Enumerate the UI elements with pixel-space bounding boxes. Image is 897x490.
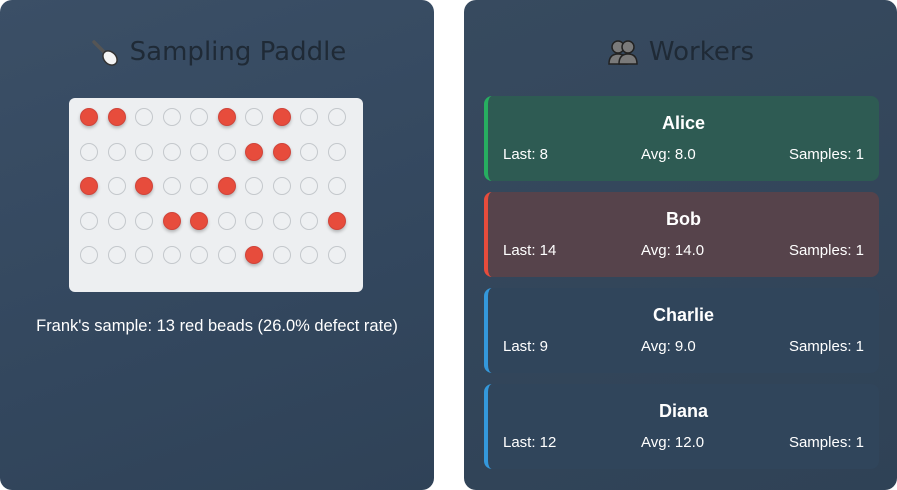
sampling-panel-header: Sampling Paddle (0, 36, 434, 68)
sampling-paddle (69, 98, 363, 292)
worker-last-sample: Last: 9 (503, 338, 549, 355)
white-bead (80, 211, 98, 230)
white-bead (327, 108, 346, 126)
worker-last-sample: Last: 12 (503, 434, 557, 451)
white-bead (162, 177, 181, 195)
red-bead (162, 211, 181, 230)
white-bead (300, 177, 318, 195)
white-bead (327, 177, 346, 195)
worker-sample-count: Samples: 1 (788, 242, 864, 259)
white-bead (245, 211, 263, 230)
red-bead (107, 108, 126, 126)
white-bead (107, 211, 126, 230)
worker-average: Avg: 8.0 (641, 146, 696, 163)
red-bead (80, 177, 98, 195)
white-bead (135, 211, 153, 230)
white-bead (327, 142, 346, 161)
worker-sample-count: Samples: 1 (788, 338, 864, 355)
white-bead (217, 211, 236, 230)
white-bead (190, 177, 208, 195)
sample-result-text: Frank's sample: 13 red beads (26.0% defe… (36, 317, 398, 335)
white-bead (135, 142, 153, 161)
worker-average: Avg: 12.0 (641, 434, 705, 451)
white-bead (300, 108, 318, 126)
red-bead (190, 211, 208, 230)
worker-card-charlie[interactable]: Charlie Last: 9 Avg: 9.0 Samples: 1 (484, 288, 879, 373)
white-bead (327, 246, 346, 264)
workers-panel-title: Workers (648, 37, 755, 67)
red-bead (272, 108, 291, 126)
white-bead (272, 177, 291, 195)
red-bead (217, 177, 236, 195)
white-bead (107, 246, 126, 264)
white-bead (162, 142, 181, 161)
white-bead (190, 246, 208, 264)
white-bead (80, 246, 98, 264)
worker-average: Avg: 14.0 (641, 242, 705, 259)
worker-card-alice[interactable]: Alice Last: 8 Avg: 8.0 Samples: 1 (484, 96, 879, 181)
white-bead (300, 142, 318, 161)
white-bead (272, 246, 291, 264)
white-bead (162, 108, 181, 126)
worker-card-bob[interactable]: Bob Last: 14 Avg: 14.0 Samples: 1 (484, 192, 879, 277)
white-bead (245, 177, 263, 195)
white-bead (300, 246, 318, 264)
sampling-panel-title: Sampling Paddle (129, 37, 347, 67)
white-bead (217, 246, 236, 264)
red-bead (245, 246, 263, 264)
white-bead (272, 211, 291, 230)
worker-card-diana[interactable]: Diana Last: 12 Avg: 12.0 Samples: 1 (484, 384, 879, 469)
worker-last-sample: Last: 14 (503, 242, 557, 259)
red-bead (245, 142, 263, 161)
worker-name: Diana (658, 401, 709, 421)
red-bead (272, 142, 291, 161)
sampling-panel: Sampling Paddle Frank's sample: 13 red b… (0, 0, 434, 490)
worker-name: Alice (661, 113, 706, 133)
white-bead (162, 246, 181, 264)
worker-name: Charlie (652, 305, 715, 325)
worker-sample-count: Samples: 1 (788, 434, 864, 451)
white-bead (245, 108, 263, 126)
red-bead (327, 211, 346, 230)
worker-sample-count: Samples: 1 (788, 146, 864, 163)
red-bead (135, 177, 153, 195)
red-bead (80, 108, 98, 126)
white-bead (300, 211, 318, 230)
users-icon (607, 36, 639, 68)
worker-name: Bob (666, 209, 701, 229)
worker-average: Avg: 9.0 (641, 338, 696, 355)
spoon-icon (88, 36, 120, 68)
white-bead (190, 142, 208, 161)
white-bead (217, 142, 236, 161)
white-bead (135, 108, 153, 126)
white-bead (107, 142, 126, 161)
white-bead (80, 142, 98, 161)
white-bead (107, 177, 126, 195)
workers-panel-header: Workers (464, 36, 897, 68)
white-bead (190, 108, 208, 126)
red-bead (217, 108, 236, 126)
worker-last-sample: Last: 8 (503, 146, 549, 163)
white-bead (135, 246, 153, 264)
